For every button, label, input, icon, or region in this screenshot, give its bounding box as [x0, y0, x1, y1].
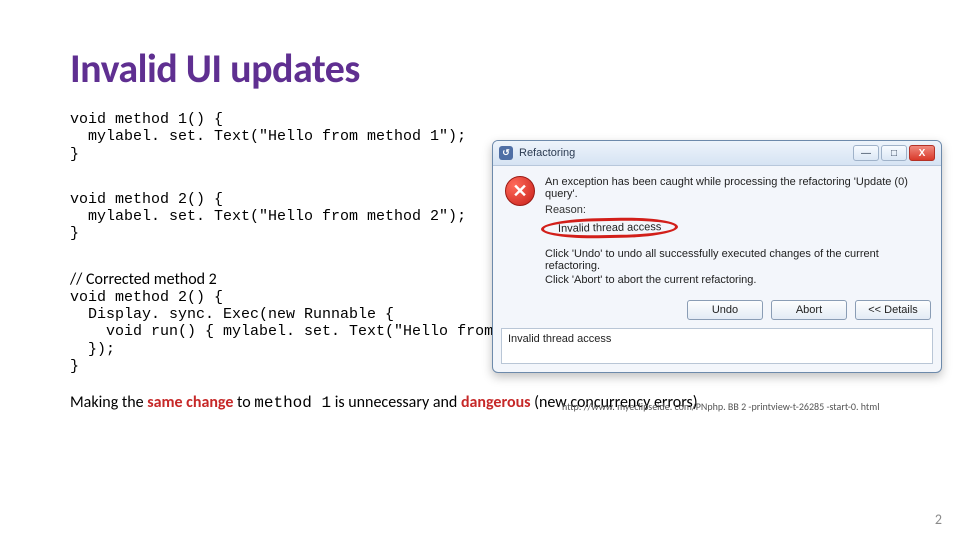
- source-url: http: //www. myeclipseide. com/PNphp. BB…: [562, 400, 880, 413]
- dialog-titlebar[interactable]: ↺ Refactoring — □ X: [493, 141, 941, 166]
- code-line: mylabel. set. Text("Hello from method 1"…: [70, 128, 466, 145]
- error-icon: ✕: [505, 176, 535, 206]
- dialog-details-pane: Invalid thread access: [501, 328, 933, 364]
- undo-button[interactable]: Undo: [687, 300, 763, 320]
- footnote-method1: method 1: [254, 394, 331, 412]
- dialog-reason-label: Reason:: [545, 204, 929, 216]
- window-minimize-button[interactable]: —: [853, 145, 879, 161]
- code-line: }: [70, 225, 79, 242]
- app-icon: ↺: [499, 146, 513, 160]
- dialog-reason-highlight: Invalid thread access: [541, 217, 679, 239]
- footnote-text: Making the: [70, 393, 147, 412]
- window-maximize-button[interactable]: □: [881, 145, 907, 161]
- abort-button[interactable]: Abort: [771, 300, 847, 320]
- dialog-message: An exception has been caught while proce…: [545, 176, 929, 200]
- dialog-title: Refactoring: [519, 147, 847, 159]
- code-line: Display. sync. Exec(new Runnable {: [70, 306, 394, 323]
- footnote-text: to: [233, 393, 254, 412]
- code-line: });: [70, 341, 115, 358]
- code-line: void method 1() {: [70, 111, 223, 128]
- dialog-instruction: Click 'Abort' to abort the current refac…: [545, 274, 929, 286]
- dialog-instruction: Click 'Undo' to undo all successfully ex…: [545, 248, 929, 272]
- code-line: void method 2() {: [70, 191, 223, 208]
- code-line: void method 2() {: [70, 289, 223, 306]
- code-comment: // Corrected method 2: [70, 270, 217, 289]
- page-title: Invalid UI updates: [70, 44, 890, 93]
- footnote-emph-same-change: same change: [147, 393, 233, 412]
- footnote-text: is unnecessary and: [331, 393, 461, 412]
- footnote-emph-dangerous: dangerous: [461, 393, 531, 412]
- x-icon: ✕: [512, 181, 527, 202]
- refactoring-dialog: ↺ Refactoring — □ X ✕ An exception has b…: [492, 140, 942, 373]
- code-line: }: [70, 358, 79, 375]
- code-line: }: [70, 146, 79, 163]
- refresh-icon: ↺: [502, 147, 510, 158]
- page-number: 2: [935, 511, 942, 528]
- window-close-button[interactable]: X: [909, 145, 935, 161]
- code-line: mylabel. set. Text("Hello from method 2"…: [70, 208, 466, 225]
- details-button[interactable]: << Details: [855, 300, 931, 320]
